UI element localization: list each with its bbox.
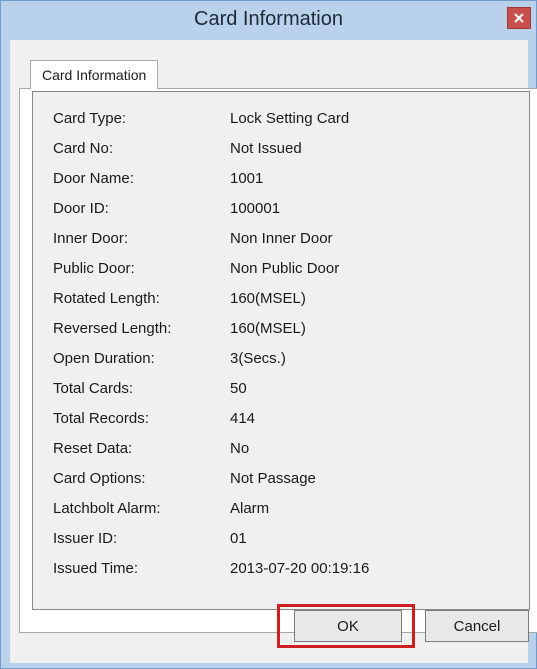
field-value: 160(MSEL)	[230, 290, 306, 307]
field-value: 160(MSEL)	[230, 320, 306, 337]
card-info-group: Card Type: Lock Setting Card Card No: No…	[32, 91, 530, 610]
field-label: Issuer ID:	[53, 530, 118, 547]
tab-label: Card Information	[42, 67, 147, 83]
field-value: 100001	[230, 200, 281, 217]
field-value: Lock Setting Card	[230, 110, 350, 127]
dialog-title: Card Information	[194, 8, 343, 30]
field-label: Issued Time:	[53, 560, 139, 577]
field-label: Card No:	[53, 140, 114, 157]
field-label: Door Name:	[53, 170, 134, 187]
field-label: Total Records:	[53, 410, 149, 427]
field-label: Card Options:	[53, 470, 146, 487]
field-value: 01	[230, 530, 247, 547]
close-button[interactable]	[507, 7, 531, 29]
cancel-button[interactable]: Cancel	[425, 610, 529, 642]
cancel-button-label: Cancel	[453, 617, 501, 635]
field-label: Latchbolt Alarm:	[53, 500, 161, 517]
ok-button[interactable]: OK	[294, 610, 402, 642]
field-value: 1001	[230, 170, 264, 187]
field-value: 50	[230, 380, 247, 397]
ok-button-label: OK	[337, 617, 359, 635]
field-label: Inner Door:	[53, 230, 129, 247]
close-icon	[514, 13, 524, 23]
field-value: Non Inner Door	[230, 230, 333, 247]
field-label: Public Door:	[53, 260, 135, 277]
field-value: No	[230, 440, 250, 457]
field-label: Reset Data:	[53, 440, 133, 457]
field-label: Card Type:	[53, 110, 127, 127]
field-label: Reversed Length:	[53, 320, 172, 337]
dialog-body: Card Information Card Type: Lock Setting…	[10, 40, 537, 663]
field-value: Not Passage	[230, 470, 316, 487]
field-value: Non Public Door	[230, 260, 340, 277]
field-value: 2013-07-20 00:19:16	[230, 560, 370, 577]
field-label: Open Duration:	[53, 350, 155, 367]
field-label: Door ID:	[53, 200, 109, 217]
title-bar[interactable]: Card Information	[1, 1, 536, 39]
field-value: 414	[230, 410, 256, 427]
card-information-dialog: Card Information Card Information Card T…	[0, 0, 537, 669]
field-label: Rotated Length:	[53, 290, 160, 307]
field-value: 3(Secs.)	[230, 350, 286, 367]
field-value: Not Issued	[230, 140, 302, 157]
field-label: Total Cards:	[53, 380, 134, 397]
field-value: Alarm	[230, 500, 270, 517]
tab-card-information[interactable]: Card Information	[30, 60, 159, 89]
